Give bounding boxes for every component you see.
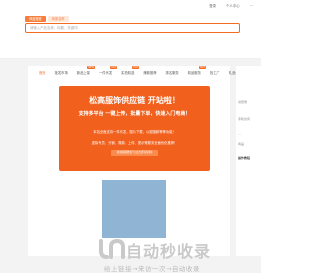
watermark-logo-icon <box>99 238 125 259</box>
search-input[interactable] <box>30 25 210 31</box>
search-box <box>25 23 240 33</box>
hot-badge: HOT <box>110 65 118 69</box>
search-tab-products[interactable]: 商品搜索 <box>25 16 46 22</box>
modal-title: 松高服饰供应链 开站啦！ <box>89 96 180 105</box>
nav-item-label: 爆款推荐 <box>143 70 157 75</box>
nav-item-label: 一件代发 <box>98 70 113 75</box>
top-link-more[interactable]: … <box>250 3 253 8</box>
nav-item-premium[interactable]: 精品服务 HOT <box>185 65 206 76</box>
nav-item-label: 实拍精选 <box>121 70 135 75</box>
right-sidebar: 请登录 手机访问 … 商品 操作教程 <box>236 66 261 256</box>
nav-item-bestsellers[interactable]: 爆款推荐 <box>140 69 159 76</box>
modal-text-line: 虚拟专员、分销、溯源、上传、提示等服务全面优化推荐！ <box>91 141 178 145</box>
nav-item-label: 排名服务 <box>165 70 179 75</box>
hot-badge: HOT <box>198 65 206 69</box>
announcement-modal: 松高服饰供应链 开站啦！ 支持多平台 一键上传，批量下单，快速入门电商！ 本站全… <box>59 86 210 171</box>
top-links: 登录 个人中心 … <box>209 3 253 8</box>
nav-item-home[interactable]: 首页 <box>36 69 49 76</box>
search-tab-merchants[interactable]: 商家名称 <box>47 16 69 22</box>
nav-item-factory[interactable]: 找工厂 <box>207 69 223 76</box>
copy-wechat-button[interactable]: 复制客服微信号(点击即可复制) <box>111 150 158 156</box>
top-link-login[interactable]: 登录 <box>209 3 216 8</box>
nav-item-label: 找工厂 <box>209 70 220 75</box>
nav-item-label: 批发市场 <box>54 70 68 75</box>
watermark: 自动秒收录 给上链接→来访一次→自动收录 <box>95 237 255 273</box>
nav-item-dropship[interactable]: 一件代发 HOT <box>96 65 118 76</box>
search-tabs: 商品搜索 商家名称 <box>25 16 69 22</box>
modal-subtitle: 支持多平台 一键上传，批量下单，快速入门电商！ <box>78 111 191 117</box>
nav-item-new[interactable]: 新品上架 NEW <box>74 65 95 76</box>
right-item-login[interactable]: 请登录 <box>238 100 247 104</box>
header: 登录 个人中心 … 商品搜索 商家名称 <box>0 0 261 58</box>
nav-item-label: 首页 <box>39 70 46 75</box>
right-item-mobile[interactable]: 手机访问 <box>238 117 250 121</box>
nav-item-label: 新品上架 <box>76 70 90 75</box>
product-image[interactable] <box>102 180 166 238</box>
right-item-more[interactable]: … <box>238 132 241 136</box>
right-item-products[interactable]: 商品 <box>238 142 244 146</box>
category-nav: 首页 批发市场 新品上架 NEW 一件代发 HOT 实拍精选 HOT 爆款推荐 排名服… <box>28 65 242 78</box>
watermark-subtitle: 给上链接→来访一次→自动收录 <box>104 265 200 273</box>
hot-badge: HOT <box>132 65 140 69</box>
nav-item-ranking[interactable]: 排名服务 <box>163 69 182 76</box>
nav-item-wholesale[interactable]: 批发市场 <box>52 69 71 76</box>
watermark-text: 自动秒收录 <box>126 242 212 261</box>
nav-item-photos[interactable]: 实拍精选 HOT <box>118 65 140 76</box>
top-link-user-center[interactable]: 个人中心 <box>226 3 240 8</box>
right-item-tutorial[interactable]: 操作教程 <box>238 156 250 160</box>
nav-item-label: 精品服务 <box>187 70 201 75</box>
new-badge: NEW <box>87 65 95 69</box>
modal-text-line: 本站全面支持一件代发，图片下载，以图搜款等等功能！ <box>93 130 176 134</box>
